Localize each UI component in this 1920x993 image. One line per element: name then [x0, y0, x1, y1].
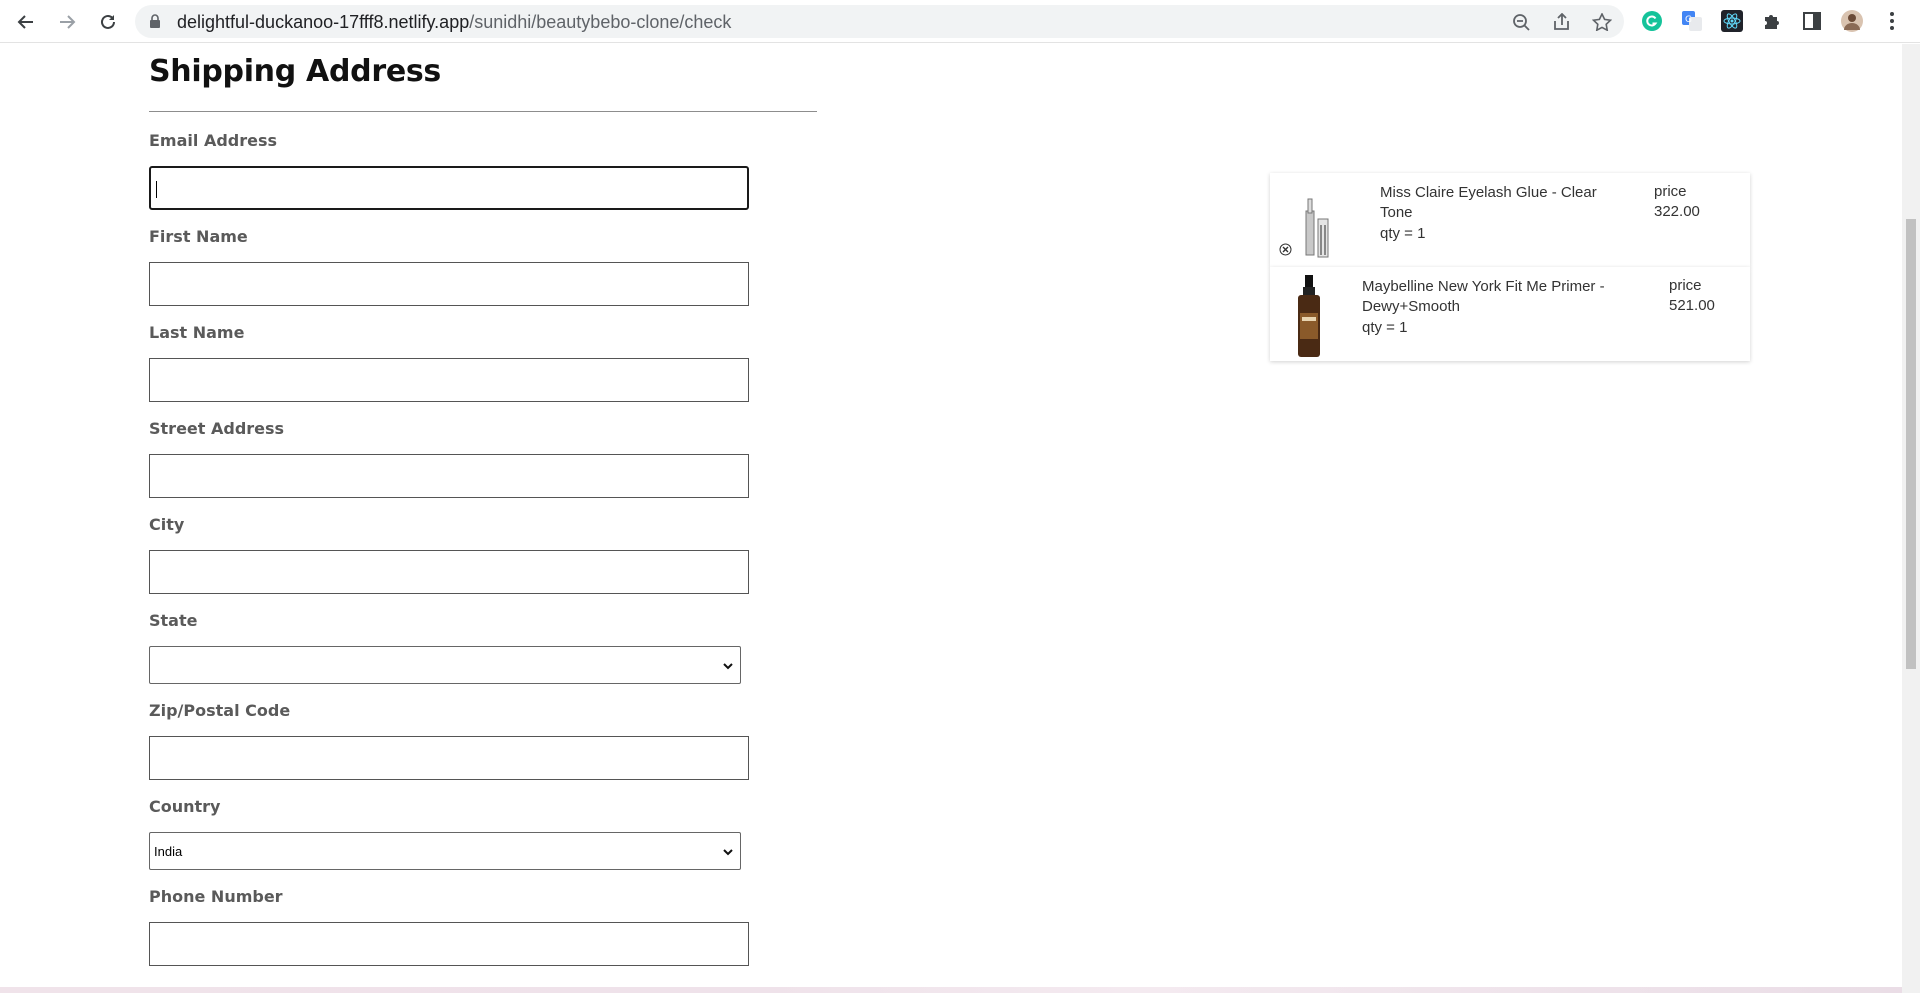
email-label: Email Address: [149, 131, 278, 150]
product-image-primer-bottle: [1294, 273, 1324, 364]
country-value: India: [154, 844, 183, 859]
state-label: State: [149, 611, 198, 630]
cart-item-qty: qty = 1: [1380, 225, 1426, 242]
cart-item: Maybelline New York Fit Me Primer - Dewy…: [1270, 267, 1750, 361]
chevron-down-icon: [722, 659, 734, 677]
page-title: Shipping Address: [149, 54, 441, 89]
back-icon[interactable]: [12, 8, 40, 36]
side-panel-icon[interactable]: [1801, 10, 1823, 32]
first-name-label: First Name: [149, 227, 248, 246]
zip-field[interactable]: [149, 736, 749, 780]
cart-item: Miss Claire Eyelash Glue - Clear Tone qt…: [1270, 173, 1750, 267]
last-name-field[interactable]: [149, 358, 749, 402]
title-divider: [149, 111, 817, 112]
url-text: delightful-duckanoo-17fff8.netlify.app/s…: [177, 12, 732, 32]
state-select[interactable]: [149, 646, 741, 684]
browser-toolbar: delightful-duckanoo-17fff8.netlify.app/s…: [0, 0, 1920, 43]
checkout-page: Shipping Address Email Address First Nam…: [0, 44, 1920, 993]
street-field[interactable]: [149, 454, 749, 498]
cart-item-price-label: price: [1654, 183, 1687, 200]
phone-label: Phone Number: [149, 887, 283, 906]
scrollbar-thumb[interactable]: [1906, 219, 1916, 669]
remove-item-icon[interactable]: [1279, 243, 1292, 261]
zip-label: Zip/Postal Code: [149, 701, 291, 720]
page-scrollbar[interactable]: [1902, 44, 1920, 993]
chevron-down-icon: [722, 845, 734, 863]
cart-item-name: Miss Claire Eyelash Glue - Clear Tone: [1380, 184, 1597, 221]
translate-icon[interactable]: G: [1681, 10, 1703, 32]
lock-icon: [149, 14, 161, 33]
cart-item-qty: qty = 1: [1362, 319, 1408, 336]
cart-item-price-label: price: [1669, 277, 1702, 294]
last-name-label: Last Name: [149, 323, 245, 342]
react-devtools-icon[interactable]: [1721, 10, 1743, 32]
first-name-field[interactable]: [149, 262, 749, 306]
forward-icon[interactable]: [53, 8, 81, 36]
address-bar[interactable]: delightful-duckanoo-17fff8.netlify.app/s…: [135, 5, 1624, 38]
country-select[interactable]: India: [149, 832, 741, 870]
zoom-icon[interactable]: [1512, 13, 1532, 31]
text-caret: [156, 181, 157, 198]
street-label: Street Address: [149, 419, 285, 438]
share-icon[interactable]: [1552, 12, 1572, 31]
profile-avatar[interactable]: [1841, 10, 1863, 32]
bookmark-star-icon[interactable]: [1591, 12, 1613, 32]
svg-text:G: G: [1685, 15, 1692, 25]
city-field[interactable]: [149, 550, 749, 594]
cart-item-price: 521.00: [1669, 297, 1715, 314]
cart-item-name: Maybelline New York Fit Me Primer - Dewy…: [1362, 278, 1605, 315]
product-image-eyelash-glue: [1300, 185, 1334, 268]
email-field[interactable]: [149, 166, 749, 210]
bottom-edge-strip: [0, 987, 1902, 993]
menu-kebab-icon[interactable]: [1881, 10, 1903, 32]
country-label: Country: [149, 797, 221, 816]
extensions-puzzle-icon[interactable]: [1761, 10, 1783, 32]
grammarly-icon[interactable]: [1641, 10, 1663, 32]
city-label: City: [149, 515, 185, 534]
reload-icon[interactable]: [94, 8, 122, 36]
cart-item-price: 322.00: [1654, 203, 1700, 220]
phone-field[interactable]: [149, 922, 749, 966]
